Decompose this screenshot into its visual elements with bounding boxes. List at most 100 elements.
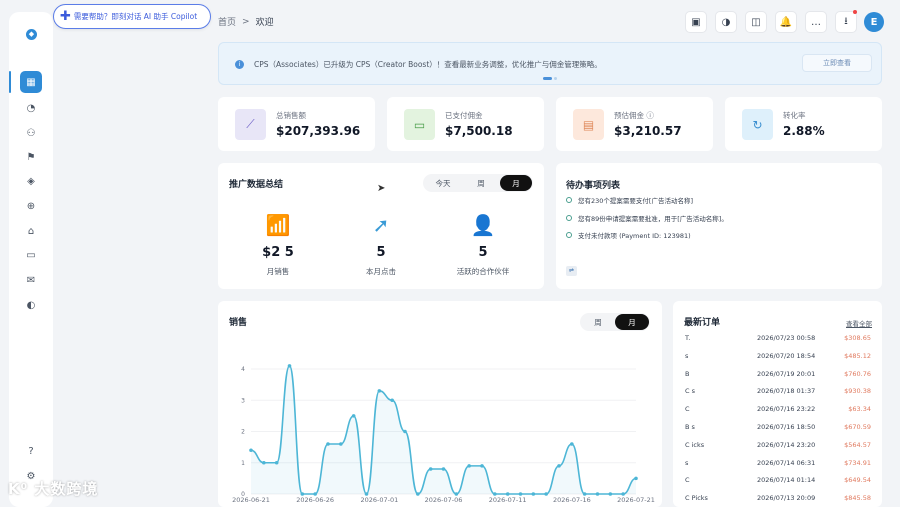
sales-data-point[interactable]: [634, 476, 638, 481]
sales-data-point[interactable]: [351, 414, 356, 418]
watermark-logo: K⁰ 大数跨境: [8, 480, 99, 498]
sales-data-point[interactable]: [390, 398, 394, 403]
layers-icon[interactable]: ◈: [20, 170, 42, 192]
metric-value: 5: [478, 245, 488, 260]
info-icon: i: [235, 60, 244, 69]
sales-data-point[interactable]: [377, 389, 382, 393]
metric-active-partners: 👤 5 活跃的合作伙伴: [438, 213, 528, 277]
sales-data-point[interactable]: [428, 467, 433, 471]
todo-item[interactable]: 您有89份申请提案需要批准，用于[广告活动名称]。: [566, 213, 728, 223]
tab-month[interactable]: 月: [500, 175, 532, 191]
sales-data-point[interactable]: [287, 364, 292, 368]
wallet-icon[interactable]: ◐: [20, 294, 42, 316]
x-tick-label: 2026-07-16: [553, 496, 591, 504]
order-customer: C Picks: [685, 494, 708, 503]
metric-monthly-clicks: ➚ 5 本月点击: [336, 213, 426, 277]
sales-data-point[interactable]: [544, 492, 548, 496]
partners-icon[interactable]: ⚇: [20, 122, 42, 144]
sales-data-point[interactable]: [467, 464, 471, 468]
carousel-dot-active[interactable]: [543, 77, 552, 80]
dashboard-icon[interactable]: ▦: [20, 71, 42, 93]
partner-badge-icon: 👤: [470, 213, 496, 237]
order-row[interactable]: C Picks 2026/07/13 20:09 $845.58: [685, 489, 871, 507]
todo-text: 您有89份申请提案需要批准，用于[广告活动名称]。: [578, 215, 728, 223]
layout-icon[interactable]: ◫: [745, 11, 767, 33]
sales-data-point[interactable]: [262, 460, 266, 465]
sales-data-point[interactable]: [416, 492, 420, 496]
swap-icon[interactable]: ⇌: [566, 266, 577, 276]
breadcrumb-current: 欢迎: [255, 18, 274, 28]
carousel-dot[interactable]: [554, 77, 557, 80]
stat-card-total-sales: ⟋ 总销售额 $207,393.96: [218, 97, 375, 151]
gift-icon[interactable]: ⌂: [20, 220, 42, 242]
messages-icon[interactable]: ▭: [20, 244, 42, 266]
todo-item[interactable]: 您有230个提案需要支付[广告活动名称]: [566, 195, 693, 205]
calculator-icon: ▤: [573, 109, 604, 140]
sales-data-point[interactable]: [249, 448, 253, 453]
todo-checkbox[interactable]: [566, 232, 572, 238]
order-customer: C s: [685, 387, 695, 396]
order-customer: C: [685, 405, 690, 414]
sales-data-point[interactable]: [608, 492, 613, 496]
user-avatar[interactable]: E: [864, 12, 884, 32]
todo-checkbox[interactable]: [566, 197, 572, 203]
breadcrumb-home[interactable]: 首页: [218, 15, 236, 28]
order-row[interactable]: B 2026/07/19 20:01 $760.76: [685, 365, 871, 383]
x-tick-label: 2026-07-21: [617, 496, 655, 504]
sales-data-point[interactable]: [403, 429, 407, 434]
order-customer: C: [685, 476, 690, 485]
banner-message: CPS（Associates）已升级为 CPS（Creator Boost）！查…: [254, 60, 602, 69]
order-row[interactable]: C 2026/07/14 01:14 $649.54: [685, 471, 871, 489]
sales-data-point[interactable]: [480, 464, 484, 468]
todo-card: 待办事项列表 您有230个提案需要支付[广告活动名称] 您有89份申请提案需要批…: [556, 163, 882, 289]
mail-icon[interactable]: ✉: [20, 269, 42, 291]
todo-item[interactable]: 支付未付款项 (Payment ID: 123981): [566, 230, 691, 240]
help-icon[interactable]: ?: [20, 440, 42, 462]
order-row[interactable]: T. 2026/07/23 00:58 $308.65: [685, 329, 871, 347]
order-row[interactable]: C s 2026/07/18 01:37 $930.38: [685, 382, 871, 400]
order-row[interactable]: s 2026/07/20 18:54 $485.12: [685, 347, 871, 365]
order-row[interactable]: C icks 2026/07/14 23:20 $564.57: [685, 436, 871, 454]
view-all-link[interactable]: 查看全部: [846, 318, 872, 328]
order-date: 2026/07/19 20:01: [757, 369, 816, 378]
sales-data-point[interactable]: [595, 492, 600, 496]
order-row[interactable]: s 2026/07/14 06:31 $734.91: [685, 454, 871, 472]
sales-data-point[interactable]: [441, 467, 446, 471]
announcement-banner: i CPS（Associates）已升级为 CPS（Creator Boost）…: [218, 42, 882, 85]
globe-icon[interactable]: ⊕: [20, 195, 42, 217]
order-row[interactable]: B s 2026/07/16 18:50 $670.59: [685, 418, 871, 436]
chat-icon[interactable]: …: [805, 11, 827, 33]
promo-summary-title: 推广数据总结: [229, 180, 284, 190]
stat-value: $207,393.96: [276, 124, 361, 138]
order-amount: $485.12: [844, 351, 871, 360]
campaigns-icon[interactable]: ⚑: [20, 146, 42, 168]
tab-week[interactable]: 周: [462, 175, 500, 191]
qr-code-icon[interactable]: ▣: [685, 11, 707, 33]
sales-chart-card: 销售 周 月 0 1 2 3 4 2026-06-21 2026-06-26 2026-07-…: [218, 301, 662, 507]
view-now-button[interactable]: 立即查看: [802, 54, 872, 72]
theme-toggle-icon[interactable]: ◑: [715, 11, 737, 33]
tab-today[interactable]: 今天: [424, 175, 462, 191]
promo-period-tabs: 今天 周 月: [423, 174, 533, 192]
copilot-help-button[interactable]: ✚ 需要帮助？即刻对话 AI 助手 Copilot: [53, 4, 211, 29]
sales-data-point[interactable]: [339, 442, 343, 446]
app-logo[interactable]: ◆: [26, 29, 37, 40]
order-row[interactable]: C 2026/07/16 23:22 $63.34: [685, 400, 871, 418]
sales-data-point[interactable]: [557, 464, 561, 468]
order-amount: $930.38: [844, 387, 871, 396]
sales-data-point[interactable]: [274, 460, 279, 465]
todo-checkbox[interactable]: [566, 215, 572, 221]
order-date: 2026/07/16 18:50: [757, 423, 816, 431]
bell-icon[interactable]: 🔔: [775, 11, 797, 33]
stat-label: 转化率: [783, 111, 806, 120]
sales-data-point[interactable]: [531, 492, 536, 496]
breadcrumb-separator: >: [242, 16, 250, 27]
sales-data-point[interactable]: [326, 442, 330, 446]
reports-icon[interactable]: ◔: [20, 97, 42, 119]
sales-data-point[interactable]: [570, 442, 574, 446]
order-customer: T.: [685, 334, 691, 342]
notification-dot: [853, 10, 857, 14]
order-amount: $845.58: [844, 494, 871, 503]
order-date: 2026/07/14 06:31: [757, 458, 816, 467]
download-icon[interactable]: ⭳: [835, 10, 857, 33]
